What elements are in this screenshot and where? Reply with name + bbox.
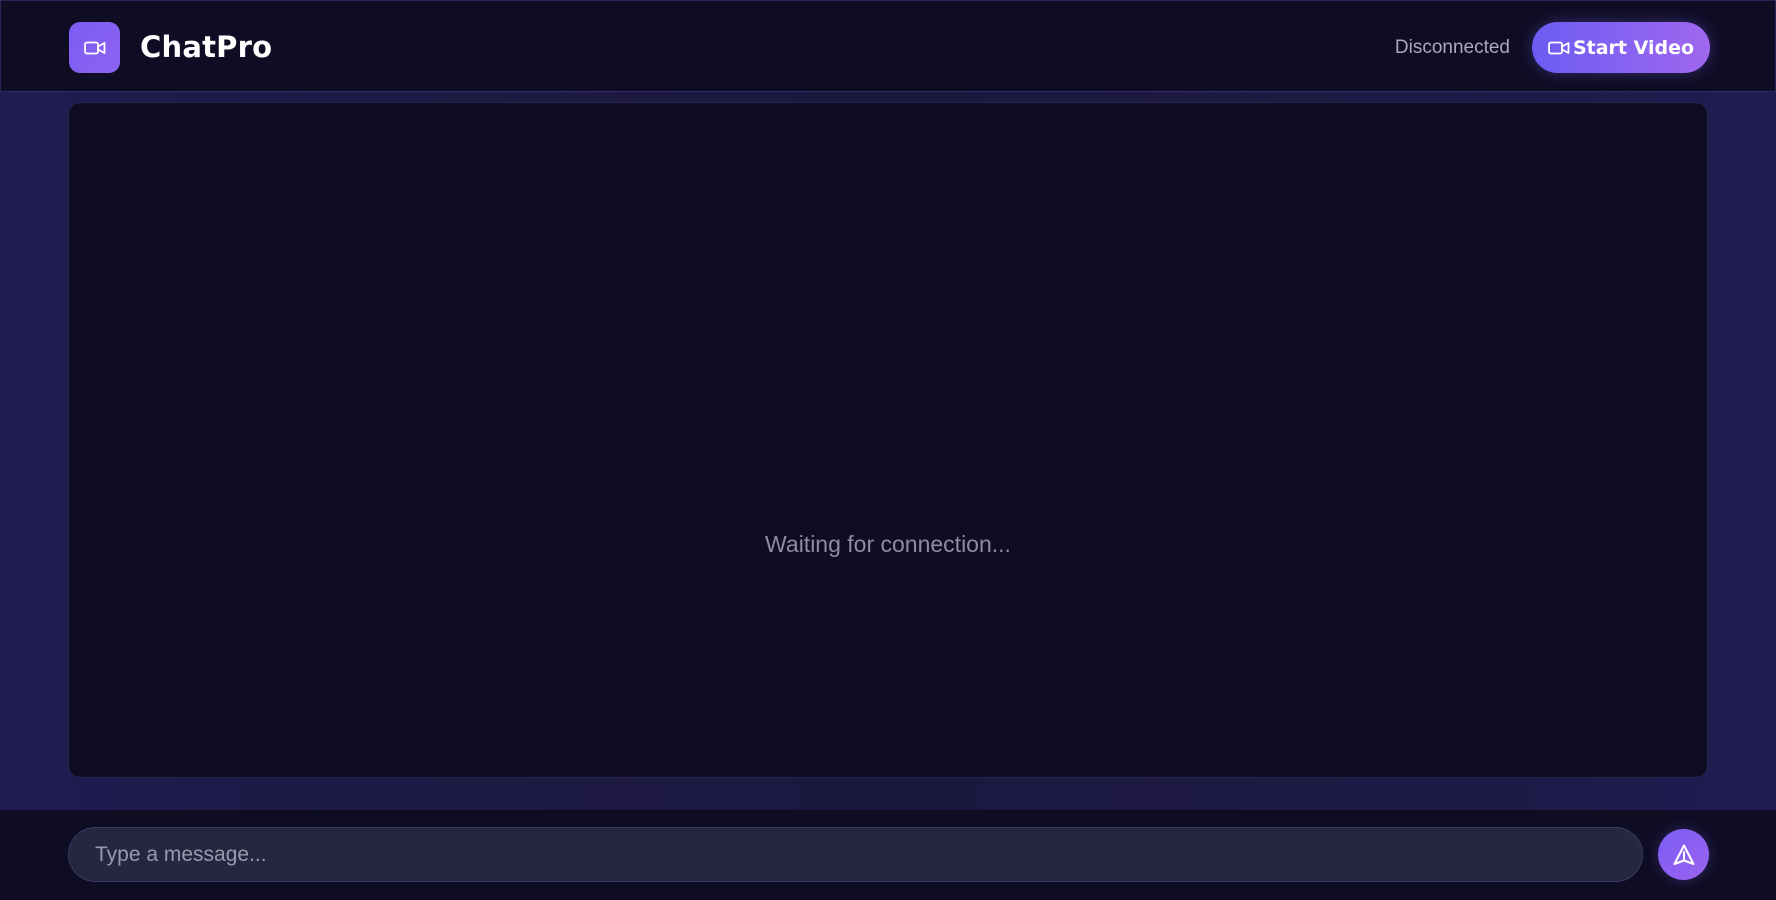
video-area: Waiting for connection... [68,102,1708,778]
top-bar: ChatPro Disconnected Start Video [0,0,1776,92]
waiting-message: Waiting for connection... [765,531,1011,557]
send-icon [1673,844,1694,865]
message-composer [0,810,1776,900]
send-button[interactable] [1658,829,1709,880]
app-root: ChatPro Disconnected Start Video Waiting… [0,0,1776,900]
video-camera-icon [1548,40,1570,56]
logo [69,22,120,73]
video-camera-icon [83,41,105,54]
start-video-button[interactable]: Start Video [1532,22,1710,73]
start-video-label: Start Video [1572,36,1695,59]
message-input[interactable] [68,827,1643,882]
connection-status: Disconnected [1394,37,1510,58]
brand-name: ChatPro [140,30,273,64]
